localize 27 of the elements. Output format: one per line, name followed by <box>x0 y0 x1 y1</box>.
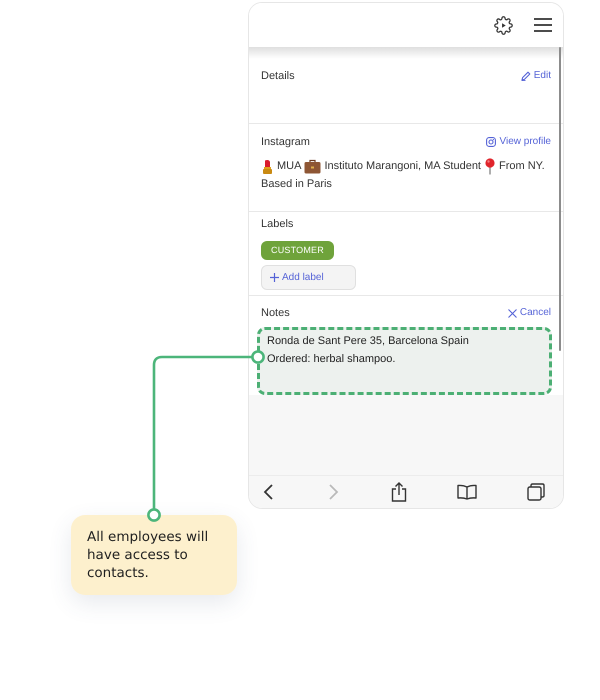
edit-link[interactable]: Edit <box>520 70 551 82</box>
bio-text: Instituto Marangoni, MA Student <box>324 159 481 174</box>
gear-icon[interactable] <box>494 16 513 34</box>
section-title: Instagram <box>261 135 310 149</box>
add-label-button[interactable]: Add label <box>261 265 356 290</box>
book-icon[interactable] <box>456 484 477 500</box>
lipstick-icon <box>261 158 274 174</box>
plus-icon <box>270 273 279 282</box>
bio-text: MUA <box>277 159 302 174</box>
pencil-icon <box>520 71 531 81</box>
section-title: Notes <box>261 306 290 320</box>
pin-icon <box>484 158 496 174</box>
close-icon <box>508 308 517 318</box>
notes-field[interactable]: Ronda de Sant Pere 35, Barcelona Spain Ordered: herbal shampoo. <box>257 327 552 395</box>
cancel-link[interactable]: Cancel <box>508 307 551 319</box>
tabs-icon[interactable] <box>527 483 545 501</box>
menu-icon[interactable] <box>534 18 552 32</box>
bio-text: Based in Paris <box>261 177 332 192</box>
section-title: Labels <box>261 217 294 231</box>
section-title: Details <box>261 69 295 83</box>
briefcase-icon <box>304 158 322 174</box>
share-icon[interactable] <box>390 482 406 502</box>
camera-icon <box>486 137 496 147</box>
view-profile-link[interactable]: View profile <box>486 136 551 148</box>
bio-text: From NY. <box>499 159 545 174</box>
callout-text: All employees will have access to contacts. <box>87 528 210 582</box>
label-tag: CUSTOMER <box>261 241 334 260</box>
